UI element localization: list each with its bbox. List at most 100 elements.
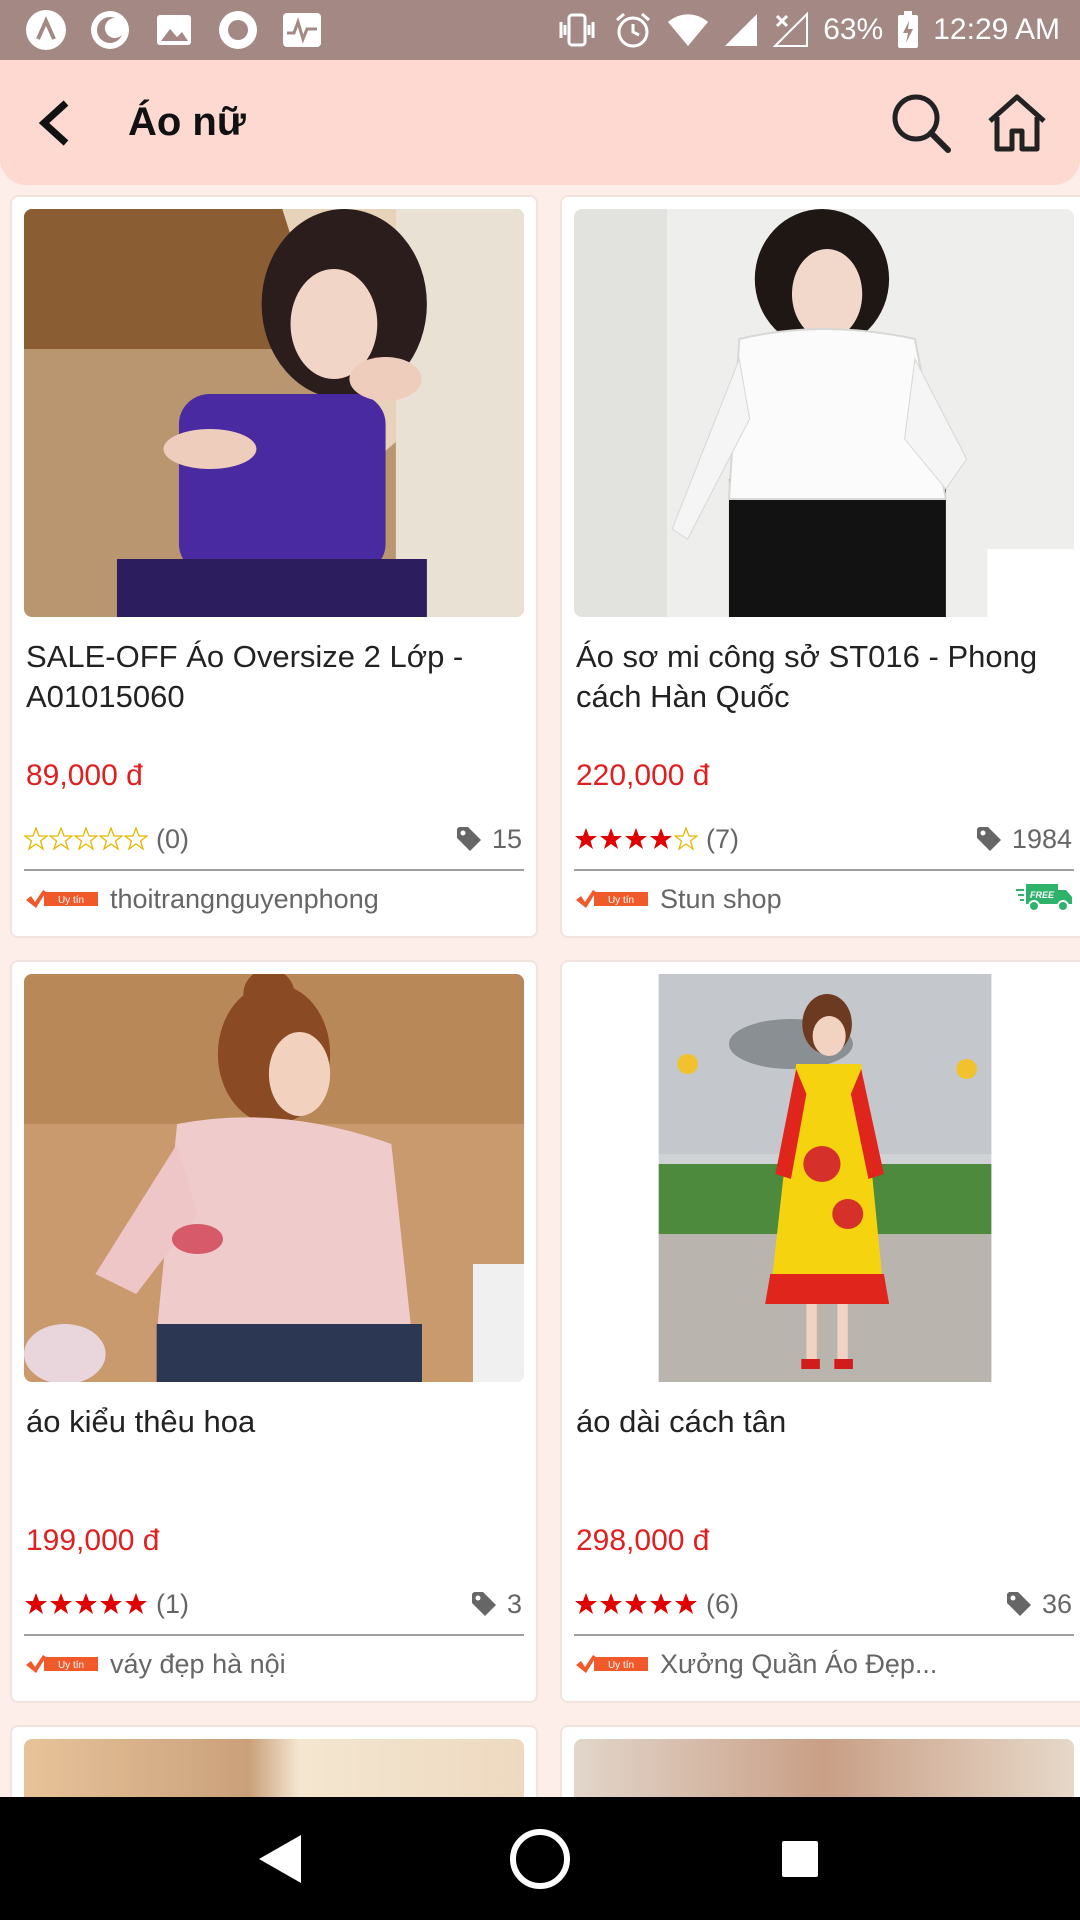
tag-icon — [471, 1592, 496, 1616]
battery-icon — [897, 11, 919, 49]
badge-label: Uy tín — [608, 895, 634, 906]
star-filled-icon — [25, 1593, 47, 1614]
rating-count: (1) — [156, 1588, 189, 1619]
home-icon — [988, 94, 1046, 151]
rating-count: (7) — [706, 823, 739, 854]
rating-stars — [24, 827, 148, 851]
sold-count: 15 — [456, 824, 524, 855]
record-icon — [216, 8, 260, 52]
triangle-back-icon — [259, 1834, 301, 1883]
rating-count: (6) — [706, 1588, 739, 1619]
star-filled-icon — [625, 828, 647, 849]
free-shipping-icon: FREE — [1016, 882, 1074, 917]
clock-time: 12:29 AM — [933, 13, 1060, 46]
shop-name[interactable]: Xưởng Quần Áo Đẹp... — [660, 1649, 937, 1680]
rating-count: (0) — [156, 823, 189, 854]
nav-home-button[interactable] — [495, 1814, 585, 1904]
sold-count: 1984 — [976, 824, 1074, 855]
trusted-badge: Uy tín — [24, 1653, 98, 1675]
shop-name[interactable]: Stun shop — [660, 884, 782, 915]
sold-value: 3 — [506, 1588, 522, 1619]
home-button[interactable] — [982, 88, 1052, 158]
sold-count: 36 — [1006, 1589, 1074, 1620]
back-button[interactable] — [14, 83, 94, 163]
vibrate-icon — [555, 12, 599, 48]
app-bar: Áo nữ — [0, 60, 1080, 185]
product-price: 89,000 đ — [26, 759, 143, 792]
tag-icon — [976, 827, 1001, 851]
trusted-badge: Uy tín — [24, 888, 98, 910]
product-grid: SALE-OFF Áo Oversize 2 Lớp - A01015060 8… — [10, 195, 1080, 1703]
rating-stars — [574, 1592, 698, 1616]
rating-stars — [574, 827, 698, 851]
star-filled-icon — [575, 828, 597, 849]
star-filled-icon — [75, 1593, 97, 1614]
star-filled-icon — [125, 1593, 147, 1614]
star-empty-icon — [24, 827, 48, 851]
star-empty-icon — [124, 827, 148, 851]
product-image[interactable] — [574, 209, 1074, 617]
product-name[interactable]: SALE-OFF Áo Oversize 2 Lớp - A01015060 — [24, 637, 524, 737]
product-card[interactable]: SALE-OFF Áo Oversize 2 Lớp - A01015060 8… — [10, 195, 538, 938]
star-empty-icon — [674, 827, 698, 851]
rating-stars — [24, 1592, 148, 1616]
shop-name[interactable]: thoitrangnguyenphong — [110, 884, 379, 915]
star-empty-icon — [49, 827, 73, 851]
alarm-icon — [613, 10, 653, 50]
signal-off-icon — [773, 12, 809, 48]
moon-icon — [88, 8, 132, 52]
product-price: 298,000 đ — [576, 1524, 710, 1557]
chevron-left-icon — [38, 99, 69, 146]
product-image[interactable] — [24, 209, 524, 617]
star-empty-icon — [99, 827, 123, 851]
shop-name[interactable]: váy đẹp hà nội — [110, 1649, 286, 1680]
nav-recents-button[interactable] — [755, 1814, 845, 1904]
tag-icon — [1006, 1592, 1031, 1616]
nav-back-button[interactable] — [235, 1814, 325, 1904]
badge-label: Uy tín — [58, 1660, 84, 1671]
star-filled-icon — [650, 828, 672, 849]
star-filled-icon — [600, 1593, 622, 1614]
product-image[interactable] — [24, 974, 524, 1382]
screen: 63% 12:29 AM Áo nữ SALE-OFF Áo Oversize … — [0, 0, 1080, 1920]
sold-value: 1984 — [1011, 823, 1072, 854]
product-name[interactable]: Áo sơ mi công sở ST016 - Phong cách Hàn … — [574, 637, 1074, 737]
image-icon — [152, 8, 196, 52]
product-card[interactable]: áo dài cách tân 298,000 đ (6) 36 Uy tín … — [560, 960, 1080, 1703]
product-card[interactable]: áo kiểu thêu hoa 199,000 đ (1) 3 Uy tín … — [10, 960, 538, 1703]
search-icon — [892, 94, 951, 153]
app-icon — [24, 8, 68, 52]
star-filled-icon — [675, 1593, 697, 1614]
product-price: 199,000 đ — [26, 1524, 160, 1557]
product-name[interactable]: áo kiểu thêu hoa — [24, 1402, 524, 1502]
system-nav-bar — [0, 1797, 1080, 1920]
badge-label: Uy tín — [608, 1660, 634, 1671]
circle-home-icon — [510, 1828, 570, 1889]
page-title: Áo nữ — [128, 100, 246, 144]
star-filled-icon — [650, 1593, 672, 1614]
square-recents-icon — [782, 1840, 818, 1877]
signal-icon — [723, 12, 759, 48]
search-button[interactable] — [886, 88, 956, 158]
product-card[interactable]: Áo sơ mi công sở ST016 - Phong cách Hàn … — [560, 195, 1080, 938]
tag-icon — [456, 827, 481, 851]
star-filled-icon — [600, 828, 622, 849]
sold-value: 15 — [491, 823, 522, 854]
star-filled-icon — [575, 1593, 597, 1614]
trusted-badge: Uy tín — [574, 1653, 648, 1675]
star-filled-icon — [100, 1593, 122, 1614]
trusted-badge: Uy tín — [574, 888, 648, 910]
star-filled-icon — [625, 1593, 647, 1614]
free-ship-label: FREE — [1030, 890, 1055, 900]
product-image[interactable] — [574, 974, 1074, 1382]
wifi-icon — [667, 12, 709, 48]
badge-label: Uy tín — [58, 895, 84, 906]
battery-text: 63% — [823, 13, 884, 46]
star-empty-icon — [74, 827, 98, 851]
sold-value: 36 — [1041, 1588, 1072, 1619]
status-bar: 63% 12:29 AM — [0, 0, 1080, 60]
activity-icon — [280, 8, 324, 52]
star-filled-icon — [50, 1593, 72, 1614]
product-price: 220,000 đ — [576, 759, 710, 792]
product-name[interactable]: áo dài cách tân — [574, 1402, 1074, 1502]
